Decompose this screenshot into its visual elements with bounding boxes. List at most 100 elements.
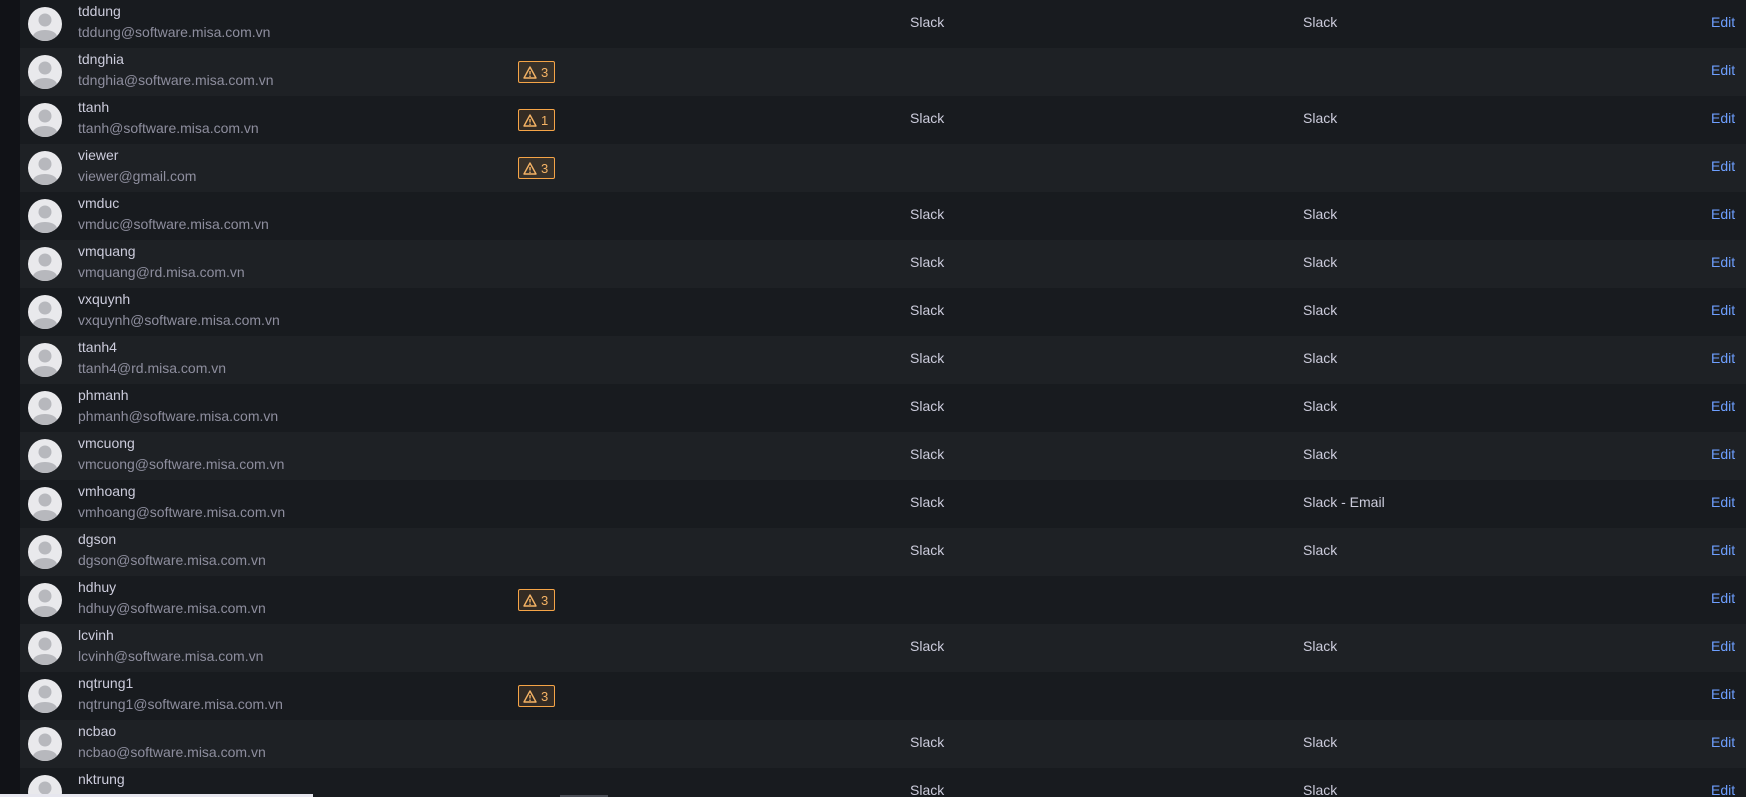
edit-link[interactable]: Edit — [1711, 734, 1735, 750]
notification-channel-secondary: Slack — [1303, 734, 1338, 750]
user-login: viewer — [78, 147, 119, 163]
notification-channel: Slack — [910, 398, 945, 414]
user-email: vxquynh@software.misa.com.vn — [78, 312, 280, 328]
edit-link[interactable]: Edit — [1711, 638, 1735, 654]
avatar-icon — [28, 679, 62, 713]
edit-link[interactable]: Edit — [1711, 686, 1735, 702]
warning-triangle-icon — [523, 113, 537, 127]
user-login: vmcuong — [78, 435, 135, 451]
users-table: tddung tddung@software.misa.com.vn Slack Sl… — [20, 0, 1746, 797]
warning-count: 1 — [541, 112, 549, 128]
notification-channel-secondary: Slack - Email — [1303, 494, 1385, 510]
notification-channel-secondary: Slack — [1303, 638, 1338, 654]
user-login: dgson — [78, 531, 117, 547]
notification-channel-secondary: Slack — [1303, 14, 1338, 30]
user-email: tddung@software.misa.com.vn — [78, 24, 271, 40]
user-email: ncbao@software.misa.com.vn — [78, 744, 266, 760]
table-row: nqtrung1 nqtrung1@software.misa.com.vn 3 Ed… — [20, 672, 1746, 720]
warning-count: 3 — [541, 592, 549, 608]
user-login: tdnghia — [78, 51, 124, 67]
user-login: vmduc — [78, 195, 120, 211]
table-row: nktrung Slack Slack Edit — [20, 768, 1746, 797]
user-login: ttanh4 — [78, 339, 117, 355]
table-row: lcvinh lcvinh@software.misa.com.vn Slack Sl… — [20, 624, 1746, 672]
notification-channel-secondary: Slack — [1303, 542, 1338, 558]
edit-link[interactable]: Edit — [1711, 14, 1735, 30]
notification-channel: Slack — [910, 494, 945, 510]
table-row: vxquynh vxquynh@software.misa.com.vn Slack… — [20, 288, 1746, 336]
table-row: tddung tddung@software.misa.com.vn Slack Sl… — [20, 0, 1746, 48]
warning-badge[interactable]: 3 — [518, 61, 556, 83]
table-row: vmquang vmquang@rd.misa.com.vn Slack Slack E… — [20, 240, 1746, 288]
table-row: tdnghia tdnghia@software.misa.com.vn 3 Edit — [20, 48, 1746, 96]
warning-triangle-icon — [523, 593, 537, 607]
user-login: ncbao — [78, 723, 117, 739]
edit-link[interactable]: Edit — [1711, 62, 1735, 78]
table-row: ncbao ncbao@software.misa.com.vn Slack Slac… — [20, 720, 1746, 768]
user-email: viewer@gmail.com — [78, 168, 197, 184]
avatar-icon — [28, 535, 62, 569]
edit-link[interactable]: Edit — [1711, 446, 1735, 462]
warning-count: 3 — [541, 64, 549, 80]
notification-channel-secondary: Slack — [1303, 350, 1338, 366]
warning-badge[interactable]: 3 — [518, 157, 556, 179]
warning-badge[interactable]: 1 — [518, 109, 556, 131]
notification-channel: Slack — [910, 782, 945, 797]
notification-channel-secondary: Slack — [1303, 398, 1338, 414]
avatar-icon — [28, 487, 62, 521]
edit-link[interactable]: Edit — [1711, 206, 1735, 222]
user-email: lcvinh@software.misa.com.vn — [78, 648, 264, 664]
table-row: dgson dgson@software.misa.com.vn Slack Slac… — [20, 528, 1746, 576]
edit-link[interactable]: Edit — [1711, 494, 1735, 510]
edit-link[interactable]: Edit — [1711, 110, 1735, 126]
edit-link[interactable]: Edit — [1711, 254, 1735, 270]
avatar-icon — [28, 631, 62, 665]
user-email: vmduc@software.misa.com.vn — [78, 216, 269, 232]
table-row: vmhoang vmhoang@software.misa.com.vn Slack… — [20, 480, 1746, 528]
avatar-icon — [28, 439, 62, 473]
notification-channel: Slack — [910, 302, 945, 318]
warning-triangle-icon — [523, 689, 537, 703]
warning-badge[interactable]: 3 — [518, 589, 556, 611]
user-login: vxquynh — [78, 291, 131, 307]
edit-link[interactable]: Edit — [1711, 542, 1735, 558]
avatar-icon — [28, 7, 62, 41]
notification-channel: Slack — [910, 638, 945, 654]
edit-link[interactable]: Edit — [1711, 398, 1735, 414]
notification-channel: Slack — [910, 110, 945, 126]
notification-channel: Slack — [910, 254, 945, 270]
user-email: ttanh4@rd.misa.com.vn — [78, 360, 227, 376]
notification-channel: Slack — [910, 206, 945, 222]
user-login: lcvinh — [78, 627, 114, 643]
warning-badge[interactable]: 3 — [518, 685, 556, 707]
notification-channel: Slack — [910, 350, 945, 366]
user-login: nktrung — [78, 771, 125, 787]
notification-channel-secondary: Slack — [1303, 302, 1338, 318]
table-row: ttanh ttanh@software.misa.com.vn 1 Slack Sla… — [20, 96, 1746, 144]
warning-count: 3 — [541, 688, 549, 704]
user-email: phmanh@software.misa.com.vn — [78, 408, 279, 424]
table-row: phmanh phmanh@software.misa.com.vn Slack Sl… — [20, 384, 1746, 432]
user-login: tddung — [78, 3, 121, 19]
user-login: vmquang — [78, 243, 136, 259]
user-login: phmanh — [78, 387, 129, 403]
user-email: nqtrung1@software.misa.com.vn — [78, 696, 283, 712]
table-row: hdhuy hdhuy@software.misa.com.vn 3 Edit — [20, 576, 1746, 624]
edit-link[interactable]: Edit — [1711, 590, 1735, 606]
user-email: vmcuong@software.misa.com.vn — [78, 456, 285, 472]
avatar-icon — [28, 583, 62, 617]
avatar-icon — [28, 343, 62, 377]
warning-triangle-icon — [523, 161, 537, 175]
notification-channel: Slack — [910, 14, 945, 30]
edit-link[interactable]: Edit — [1711, 158, 1735, 174]
user-email: vmquang@rd.misa.com.vn — [78, 264, 245, 280]
edit-link[interactable]: Edit — [1711, 350, 1735, 366]
user-login: hdhuy — [78, 579, 117, 595]
edit-link[interactable]: Edit — [1711, 782, 1735, 797]
user-email: vmhoang@software.misa.com.vn — [78, 504, 286, 520]
table-row: vmcuong vmcuong@software.misa.com.vn Slack… — [20, 432, 1746, 480]
table-row: ttanh4 ttanh4@rd.misa.com.vn Slack Slack Edi… — [20, 336, 1746, 384]
user-login: nqtrung1 — [78, 675, 134, 691]
avatar-icon — [28, 151, 62, 185]
edit-link[interactable]: Edit — [1711, 302, 1735, 318]
